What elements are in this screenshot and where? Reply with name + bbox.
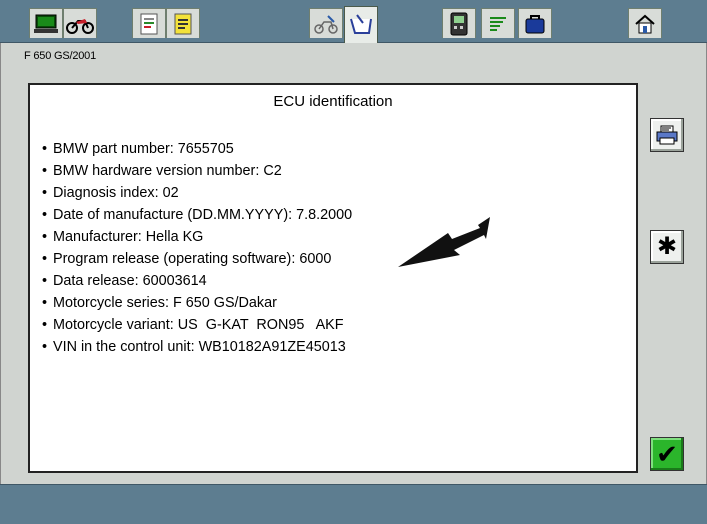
list-item-text: Diagnosis index: 02 <box>53 185 179 201</box>
bullet: • <box>42 339 48 355</box>
bullet: • <box>42 295 48 311</box>
tester-device-icon <box>450 12 468 35</box>
text-lines-icon <box>490 16 506 31</box>
list-item-text: Date of manufacture (DD.MM.YYYY): 7.8.20… <box>53 207 353 223</box>
ecu-info-list: • BMW part number: 7655705 • BMW hardware … <box>42 138 352 358</box>
home-icon <box>635 14 655 33</box>
list-item: • Diagnosis index: 02 <box>42 182 352 204</box>
tab-motorcycle[interactable] <box>63 8 97 38</box>
tab-document-list[interactable] <box>132 8 166 38</box>
asterisk-icon: ✱ <box>656 233 678 260</box>
bullet: • <box>42 185 48 201</box>
printer-icon <box>656 125 678 145</box>
motorcycle-icon <box>66 18 94 34</box>
list-item: • BMW part number: 7655705 <box>42 138 352 160</box>
bullet: • <box>42 163 48 179</box>
list-item-text: Data release: 60003614 <box>53 273 207 289</box>
status-bar <box>0 484 707 524</box>
list-item-text: BMW hardware version number: C2 <box>53 163 282 179</box>
toolbox-icon <box>525 14 545 33</box>
vehicle-label: F 650 GS/2001 <box>24 50 97 62</box>
tab-notepad[interactable] <box>166 8 200 38</box>
tab-battery-tester[interactable] <box>344 6 378 43</box>
tab-text-lines[interactable] <box>481 8 515 38</box>
tab-laptop[interactable] <box>29 8 63 38</box>
list-item-text: Motorcycle series: F 650 GS/Dakar <box>53 295 277 311</box>
list-item-text: Manufacturer: Hella KG <box>53 229 204 245</box>
list-item: • BMW hardware version number: C2 <box>42 160 352 182</box>
ecu-identification-panel: ECU identification • BMW part number: 765… <box>28 83 638 473</box>
vehicle-check-icon <box>314 14 338 34</box>
pointer-arrow-icon <box>398 217 490 267</box>
list-item: • Date of manufacture (DD.MM.YYYY): 7.8.2… <box>42 204 352 226</box>
battery-tester-icon <box>350 14 372 34</box>
document-list-icon <box>140 13 158 34</box>
list-item: • VIN in the control unit: WB10182A91ZE45… <box>42 336 352 358</box>
print-button[interactable] <box>650 118 684 152</box>
checkmark-icon: ✔ <box>656 439 678 469</box>
bullet: • <box>42 141 48 157</box>
list-item-text: VIN in the control unit: WB10182A91ZE450… <box>53 339 346 355</box>
star-button[interactable]: ✱ <box>650 230 684 264</box>
laptop-icon <box>34 14 58 33</box>
list-item-text: Program release (operating software): 60… <box>53 251 332 267</box>
bullet: • <box>42 317 48 333</box>
panel-title: ECU identification <box>273 93 393 110</box>
bullet: • <box>42 207 48 223</box>
list-item: • Program release (operating software): 6… <box>42 248 352 270</box>
list-item: • Motorcycle variant: US G-KAT RON95 AKF <box>42 314 352 336</box>
list-item-text: BMW part number: 7655705 <box>53 141 234 157</box>
bullet: • <box>42 273 48 289</box>
bullet: • <box>42 229 48 245</box>
tab-vehicle-check[interactable] <box>309 8 343 38</box>
list-item: • Data release: 60003614 <box>42 270 352 292</box>
bullet: • <box>42 251 48 267</box>
list-item-text: Motorcycle variant: US G-KAT RON95 AKF <box>53 317 344 333</box>
list-item: • Manufacturer: Hella KG <box>42 226 352 248</box>
list-item: • Motorcycle series: F 650 GS/Dakar <box>42 292 352 314</box>
notepad-icon <box>174 13 192 34</box>
tab-tester-device[interactable] <box>442 8 476 38</box>
tab-toolbox[interactable] <box>518 8 552 38</box>
ok-button[interactable]: ✔ <box>650 437 684 471</box>
tab-home[interactable] <box>628 8 662 38</box>
